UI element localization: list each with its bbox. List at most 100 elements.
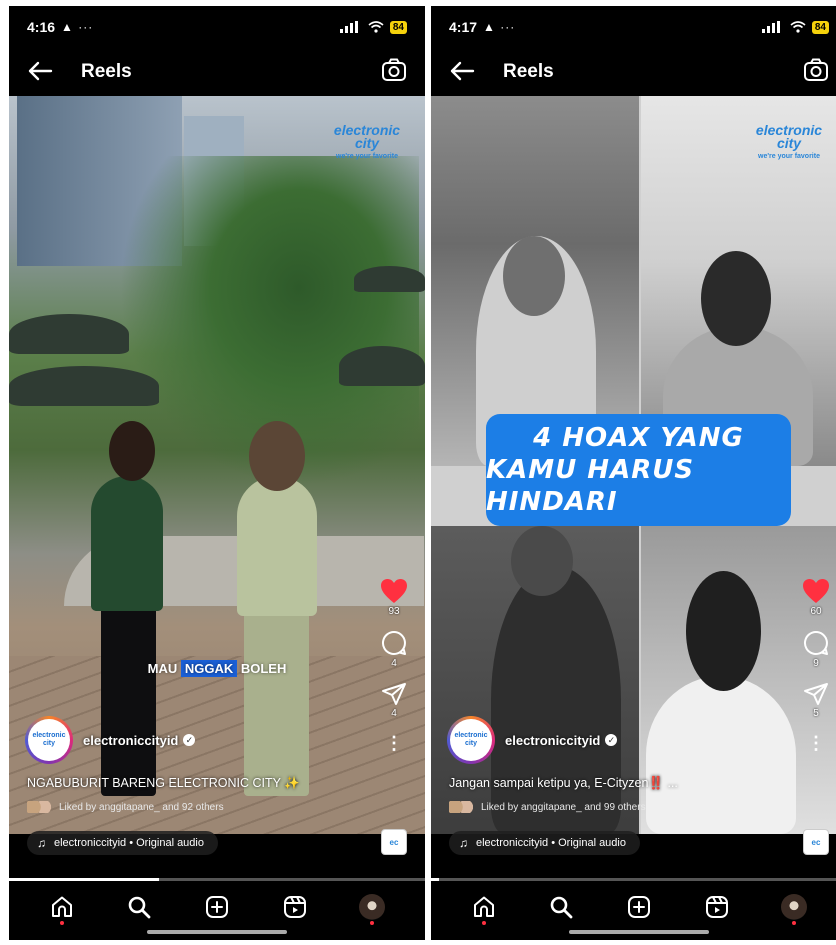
brand-logo: electronic city: [450, 719, 492, 761]
comment-button[interactable]: 9: [803, 630, 829, 669]
home-indicator: [569, 930, 709, 934]
subtitle-text: BOLEH: [237, 661, 287, 676]
scene-umbrella: [9, 366, 159, 406]
brand-watermark: electronic city we're your favorite: [321, 123, 413, 163]
home-indicator: [147, 930, 287, 934]
page-title: Reels: [81, 61, 132, 82]
person-figure: [646, 676, 796, 834]
banner-line: KAMU HARUS HINDARI: [486, 455, 695, 517]
username[interactable]: electroniccityid: [83, 733, 178, 748]
home-icon[interactable]: [464, 887, 504, 927]
heart-icon: [803, 579, 829, 603]
reels-screen-1: 4:16 ▲ ··· 84 Reels electronic city we'r…: [9, 6, 425, 940]
audio-thumbnail[interactable]: ec: [381, 829, 407, 855]
reels-header: Reels: [9, 50, 425, 94]
status-right: 84: [339, 20, 407, 34]
username[interactable]: electroniccityid: [505, 733, 600, 748]
avatar[interactable]: electronic city: [447, 716, 495, 764]
status-bar: 4:16 ▲ ··· 84: [9, 6, 425, 48]
account-row: electronic city electroniccityid ✓: [447, 716, 618, 764]
brand-watermark: electronic city we're your favorite: [743, 122, 835, 163]
brand-watermark-tagline: we're your favorite: [336, 153, 398, 160]
reel-actions: 93 4 4 ⋮: [379, 578, 409, 752]
collage-tile: [431, 96, 639, 466]
status-time: 4:16: [27, 19, 56, 35]
battery-icon: 84: [811, 20, 829, 34]
reel-caption[interactable]: Jangan sampai ketipu ya, E-Cityzen‼️ ...: [449, 776, 678, 791]
back-arrow-icon[interactable]: [449, 59, 475, 85]
reels-header: Reels: [431, 50, 836, 94]
notification-dot: [792, 921, 797, 925]
home-icon[interactable]: [42, 887, 82, 927]
comment-count: 9: [813, 658, 819, 669]
battery-icon: 84: [389, 20, 407, 34]
send-icon: [382, 683, 406, 705]
person-figure: [109, 421, 155, 481]
notification-dot: [370, 921, 375, 925]
title-banner: 4 HOAX YANG KAMU HARUS HINDARI: [486, 414, 791, 526]
like-button[interactable]: 93: [380, 578, 408, 617]
reel-progress-fill: [9, 878, 159, 881]
like-count: 93: [388, 606, 400, 617]
more-options-icon[interactable]: ⋮: [385, 734, 403, 752]
person-figure: [511, 526, 573, 596]
person-figure: [244, 611, 309, 796]
liked-by-row[interactable]: Liked by anggitapane_ and 92 others: [27, 801, 224, 813]
search-icon[interactable]: [541, 887, 581, 927]
comment-icon: [804, 630, 828, 655]
reels-icon[interactable]: [697, 887, 737, 927]
reel-actions: 60 9 5 ⋮: [801, 578, 831, 752]
notification-icons: ▲ ···: [61, 20, 94, 34]
notification-dot: [59, 921, 64, 925]
account-row: electronic city electroniccityid ✓: [25, 716, 196, 764]
status-right: 84: [761, 20, 829, 34]
notification-icons: ▲ ···: [483, 20, 516, 34]
liker-avatars: [27, 801, 51, 813]
reel-progress-bar: [9, 878, 425, 881]
audio-thumbnail[interactable]: ec: [803, 829, 829, 855]
status-bar: 4:17 ▲ ··· 84: [431, 6, 836, 48]
avatar[interactable]: electronic city: [25, 716, 73, 764]
notification-dot: [481, 921, 486, 925]
liked-by-row[interactable]: Liked by anggitapane_ and 99 others: [449, 801, 646, 813]
page-title: Reels: [503, 61, 554, 82]
person-figure: [249, 421, 305, 491]
person-figure: [91, 476, 163, 611]
liked-by-text: Liked by anggitapane_ and 92 others: [59, 801, 224, 813]
person-figure: [686, 571, 761, 691]
camera-icon[interactable]: [381, 58, 407, 87]
reels-icon[interactable]: [275, 887, 315, 927]
person-figure: [237, 476, 317, 616]
banner-line: 4 HOAX YANG: [533, 423, 744, 453]
brand-watermark-tagline: we're your favorite: [758, 153, 820, 160]
share-button[interactable]: 4: [381, 682, 407, 719]
audio-button[interactable]: ♫ electroniccityid • Original audio: [27, 831, 218, 855]
audio-button[interactable]: ♫ electroniccityid • Original audio: [449, 831, 640, 855]
share-button[interactable]: 5: [803, 682, 829, 719]
create-icon[interactable]: [619, 887, 659, 927]
bottom-nav: [9, 882, 425, 932]
create-icon[interactable]: [197, 887, 237, 927]
share-count: 5: [813, 708, 819, 719]
comment-button[interactable]: 4: [381, 630, 407, 669]
brand-watermark-text: electronic city: [755, 122, 823, 151]
reel-progress-bar: [431, 878, 836, 881]
reels-screen-2: 4:17 ▲ ··· 84 Reels electronic city we'r…: [431, 6, 836, 940]
back-arrow-icon[interactable]: [27, 59, 53, 85]
more-options-icon[interactable]: ⋮: [807, 734, 825, 752]
like-button[interactable]: 60: [802, 578, 830, 617]
music-note-icon: ♫: [459, 836, 468, 850]
profile-icon[interactable]: [352, 887, 392, 927]
brand-logo: electronic city: [28, 719, 70, 761]
like-count: 60: [810, 606, 822, 617]
reel-caption[interactable]: NGABUBURIT BARENG ELECTRONIC CITY ✨: [27, 776, 300, 791]
profile-icon[interactable]: [774, 887, 814, 927]
comment-count: 4: [391, 658, 397, 669]
wifi-icon: [368, 21, 384, 33]
search-icon[interactable]: [119, 887, 159, 927]
scene-umbrella: [354, 266, 425, 292]
share-count: 4: [391, 708, 397, 719]
video-subtitle: MAU NGGAK BOLEH: [9, 660, 425, 677]
camera-icon[interactable]: [803, 58, 829, 87]
audio-label: electroniccityid • Original audio: [54, 837, 204, 849]
